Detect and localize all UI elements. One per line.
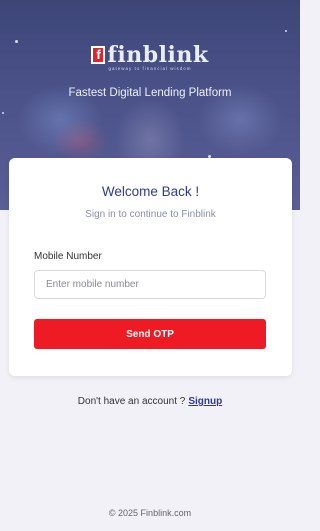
logo-tagline: gateway to financial wisdom bbox=[108, 66, 192, 71]
login-card: Welcome Back ! Sign in to continue to Fi… bbox=[9, 158, 292, 376]
logo-mark-icon bbox=[91, 46, 106, 64]
welcome-subtitle: Sign in to continue to Finblink bbox=[85, 209, 216, 220]
send-otp-button[interactable]: Send OTP bbox=[34, 319, 266, 349]
hero-title: Fastest Digital Lending Platform bbox=[68, 87, 232, 99]
decorative-dot bbox=[285, 30, 287, 32]
finblink-logo: finblink bbox=[0, 42, 300, 68]
mobile-number-label: Mobile Number bbox=[34, 251, 102, 262]
decorative-dot bbox=[2, 112, 4, 114]
signup-link[interactable]: Signup bbox=[188, 396, 222, 407]
signup-row: Don't have an account ? Signup bbox=[0, 396, 300, 407]
mobile-number-input[interactable] bbox=[34, 270, 266, 299]
logo-text: finblink bbox=[107, 42, 209, 68]
welcome-title: Welcome Back ! bbox=[101, 184, 200, 199]
footer-copyright: © 2025 Finblink.com bbox=[108, 508, 192, 518]
signup-prompt: Don't have an account ? bbox=[77, 396, 186, 407]
